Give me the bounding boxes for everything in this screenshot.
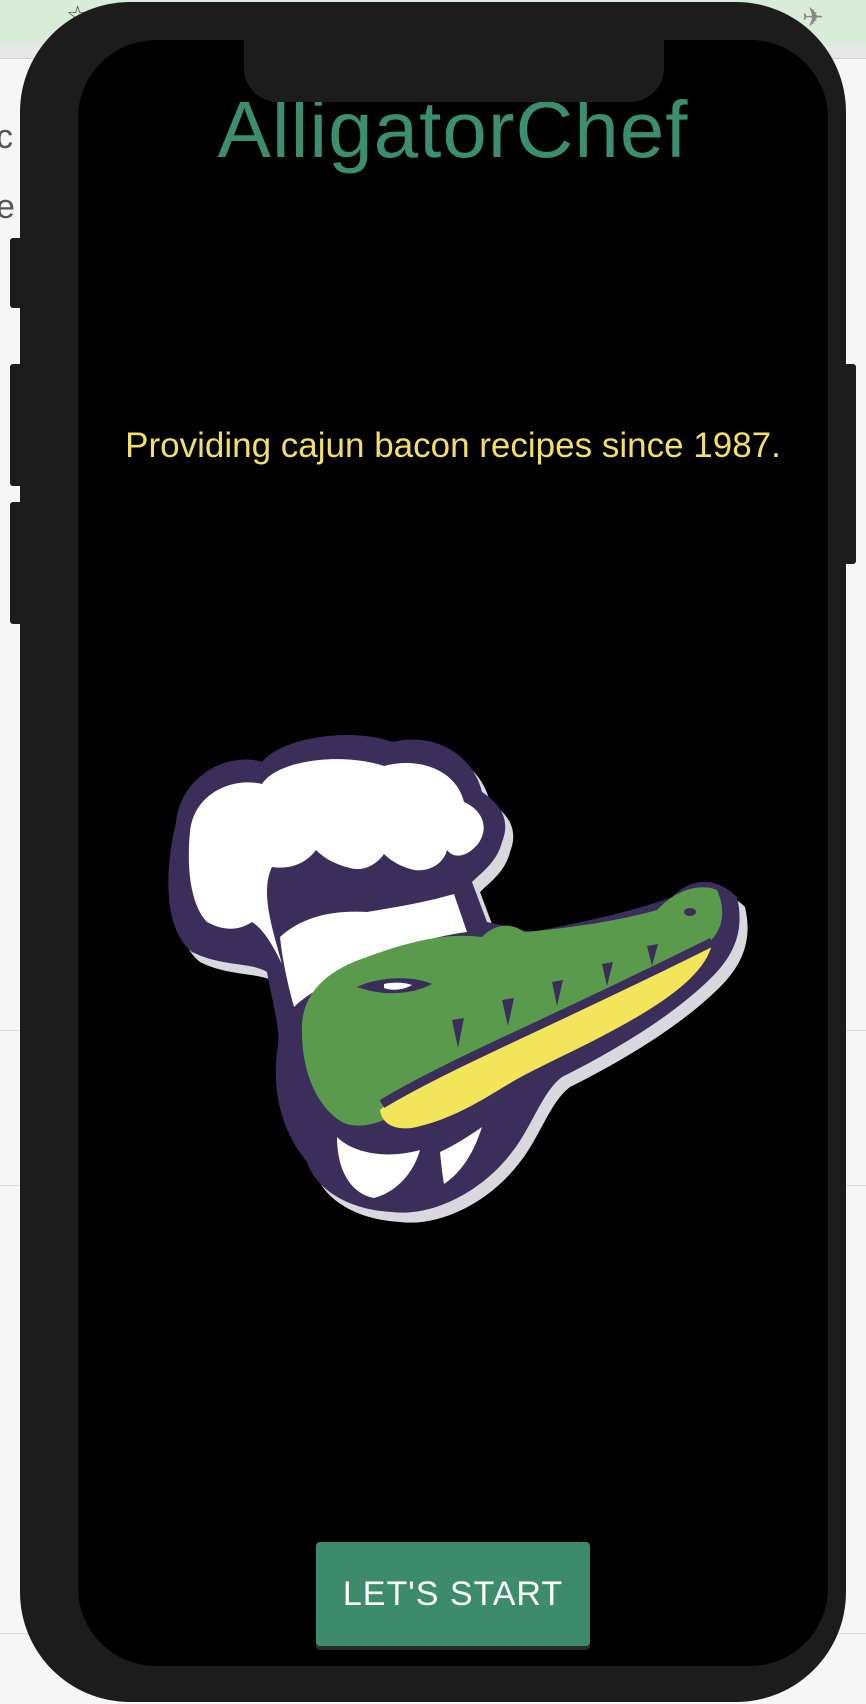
app-tagline: Providing cajun bacon recipes since 1987… [125,426,781,465]
browser-text-fragment: e [0,188,15,226]
app-screen: AlligatorChef Providing cajun bacon reci… [78,40,828,1666]
phone-notch [244,40,664,102]
alligator-chef-logo [168,734,748,1223]
phone-frame: AlligatorChef Providing cajun bacon reci… [20,2,846,1702]
lets-start-button[interactable]: LET'S START [316,1542,590,1646]
browser-text-fragment: c [0,118,13,156]
